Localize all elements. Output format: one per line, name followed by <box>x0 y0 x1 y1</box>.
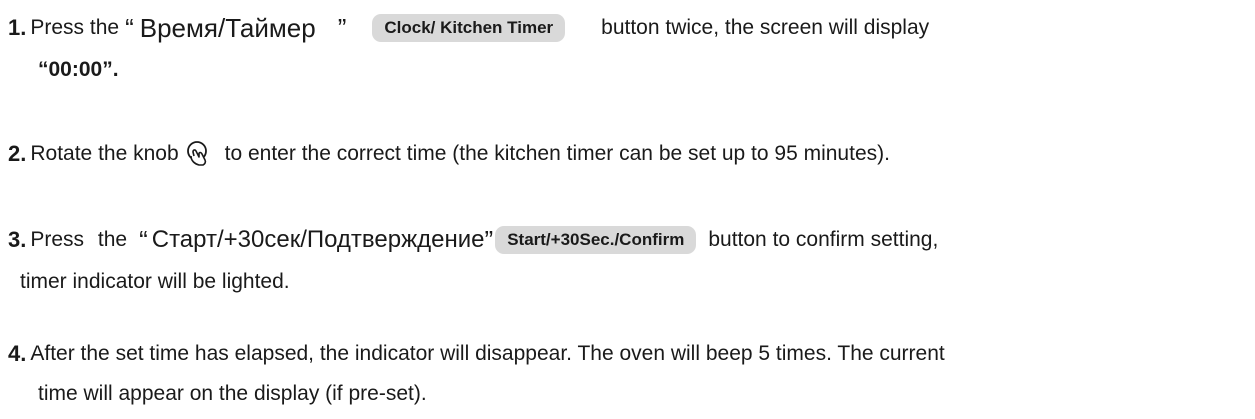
step-number: 1. <box>8 15 27 40</box>
step-number: 2. <box>8 141 27 166</box>
quote-open: “ <box>125 13 134 43</box>
start-confirm-button-label: Start/+30Sec./Confirm <box>495 226 697 254</box>
quote-close: ” <box>484 225 494 255</box>
step-4: 4. After the set time has elapsed, the i… <box>8 340 945 368</box>
step-text: Press the <box>30 16 120 39</box>
display-value: “00:00”. <box>38 58 119 81</box>
step-text: timer indicator will be lighted. <box>20 270 290 293</box>
step-text: button to confirm setting, <box>708 228 939 251</box>
step-4-continuation: time will appear on the display (if pre-… <box>38 380 427 408</box>
step-3-continuation: timer indicator will be lighted. <box>20 268 290 296</box>
step-3: 3. Press the “ Старт/+30сек/Подтверждени… <box>8 226 938 254</box>
step-text: After the set time has elapsed, the indi… <box>30 342 945 365</box>
knob-icon <box>185 140 211 168</box>
step-text: button twice, the screen will display <box>601 16 930 39</box>
step-text: time will appear on the display (if pre-… <box>38 382 427 405</box>
cyrillic-label: Старт/+30сек/Подтверждение <box>151 226 485 253</box>
step-text: Press the <box>30 228 128 251</box>
quote-close: ” <box>337 13 347 43</box>
step-text: to enter the correct time (the kitchen t… <box>224 142 890 165</box>
clock-kitchen-timer-button-label: Clock/ Kitchen Timer <box>372 14 566 42</box>
quote-open: “ <box>139 225 148 255</box>
step-text: Rotate the knob <box>30 142 179 165</box>
step-1: 1. Press the “ Время/Таймер ” Clock/ Kit… <box>8 14 929 42</box>
step-2: 2. Rotate the knob to enter the correct … <box>8 140 890 168</box>
step-number: 4. <box>8 341 27 366</box>
cyrillic-label: Время/Таймер <box>139 13 316 43</box>
step-number: 3. <box>8 227 27 252</box>
step-1-continuation: “00:00”. <box>38 56 119 84</box>
instructions-page: 1. Press the “ Время/Таймер ” Clock/ Kit… <box>0 0 1255 419</box>
